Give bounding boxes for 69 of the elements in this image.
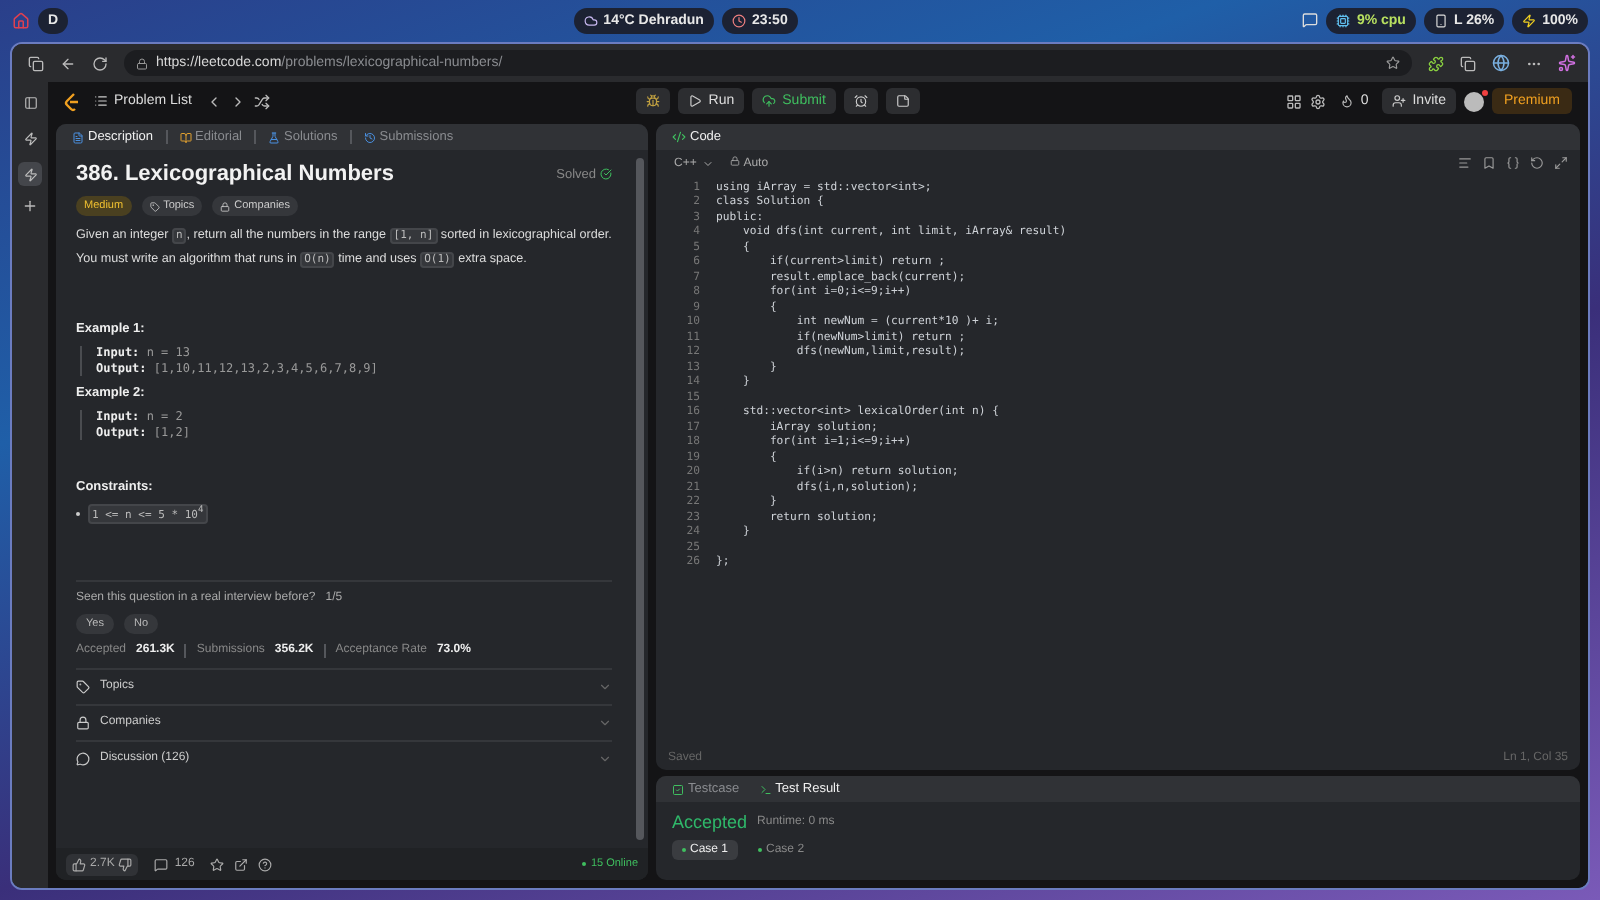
lock-icon xyxy=(76,715,90,730)
tabs-icon[interactable] xyxy=(28,55,44,71)
notes-button[interactable] xyxy=(885,88,920,114)
settings-icon[interactable] xyxy=(1310,93,1327,109)
terminal-icon xyxy=(759,783,772,795)
chat-icon xyxy=(76,751,90,766)
lock-icon xyxy=(220,201,231,211)
verdict-text: Accepted xyxy=(672,812,748,832)
notification-dot xyxy=(1481,89,1488,95)
reload-icon[interactable] xyxy=(92,55,108,71)
back-icon[interactable] xyxy=(60,55,76,71)
shuffle-icon[interactable] xyxy=(253,93,270,109)
phone-icon xyxy=(1433,13,1448,27)
lock-icon xyxy=(730,156,741,166)
sparkle-icon[interactable] xyxy=(1558,54,1576,72)
list-icon xyxy=(94,94,108,108)
clock-icon xyxy=(731,13,746,27)
flask-icon xyxy=(268,131,280,143)
chat-icon[interactable] xyxy=(1302,12,1319,28)
chevron-down-icon xyxy=(598,751,612,766)
chevron-down-icon xyxy=(598,679,612,694)
alarm-icon xyxy=(853,94,868,108)
format-icon[interactable] xyxy=(1458,156,1472,170)
reset-icon[interactable] xyxy=(1530,156,1544,170)
thumbs-up-icon xyxy=(72,857,86,871)
timer-button[interactable] xyxy=(843,88,878,114)
sidebar-button[interactable] xyxy=(18,162,42,186)
cpu-icon xyxy=(1336,13,1351,27)
avatar[interactable] xyxy=(1463,91,1484,111)
panel-icon xyxy=(23,95,37,109)
note-icon xyxy=(895,94,910,108)
book-icon xyxy=(179,131,192,143)
add-icon[interactable] xyxy=(22,198,38,214)
bookmark-icon[interactable] xyxy=(1482,156,1496,170)
checkbox-icon xyxy=(672,783,684,795)
upload-icon xyxy=(762,94,777,108)
bug-icon xyxy=(646,94,661,108)
lock-icon xyxy=(136,57,148,69)
flame-icon xyxy=(1340,94,1355,108)
maximize-icon[interactable] xyxy=(1554,156,1568,170)
tag-icon xyxy=(149,201,160,211)
code-icon xyxy=(672,130,686,144)
share-icon[interactable] xyxy=(234,857,249,871)
extension-icon[interactable] xyxy=(1428,55,1444,71)
debug-button[interactable] xyxy=(636,88,671,114)
bolt-icon xyxy=(23,167,37,181)
caret-icon xyxy=(702,157,715,169)
globe-icon[interactable] xyxy=(1492,54,1510,72)
cloud-icon xyxy=(583,13,598,27)
tag-icon xyxy=(76,679,90,694)
bolt-icon xyxy=(1522,13,1537,27)
thumbs-down-icon xyxy=(118,857,133,871)
document-icon xyxy=(72,131,84,143)
problem-title: 386. Lexicographical Numbers xyxy=(76,162,394,186)
logo-icon[interactable] xyxy=(64,91,80,111)
help-icon[interactable] xyxy=(258,857,273,871)
chevron-down-icon xyxy=(598,715,612,730)
star-icon[interactable] xyxy=(210,857,225,871)
scrollbar[interactable] xyxy=(636,158,644,840)
grid-icon[interactable] xyxy=(1286,93,1303,109)
play-icon xyxy=(688,94,703,108)
copy-icon[interactable] xyxy=(1460,55,1476,71)
braces-icon[interactable] xyxy=(1506,156,1520,170)
bolt-icon xyxy=(23,131,37,145)
star-icon[interactable] xyxy=(1386,56,1400,70)
comment-icon xyxy=(154,857,169,871)
check-icon xyxy=(600,168,612,180)
user-plus-icon xyxy=(1392,94,1407,108)
history-icon xyxy=(363,131,376,143)
